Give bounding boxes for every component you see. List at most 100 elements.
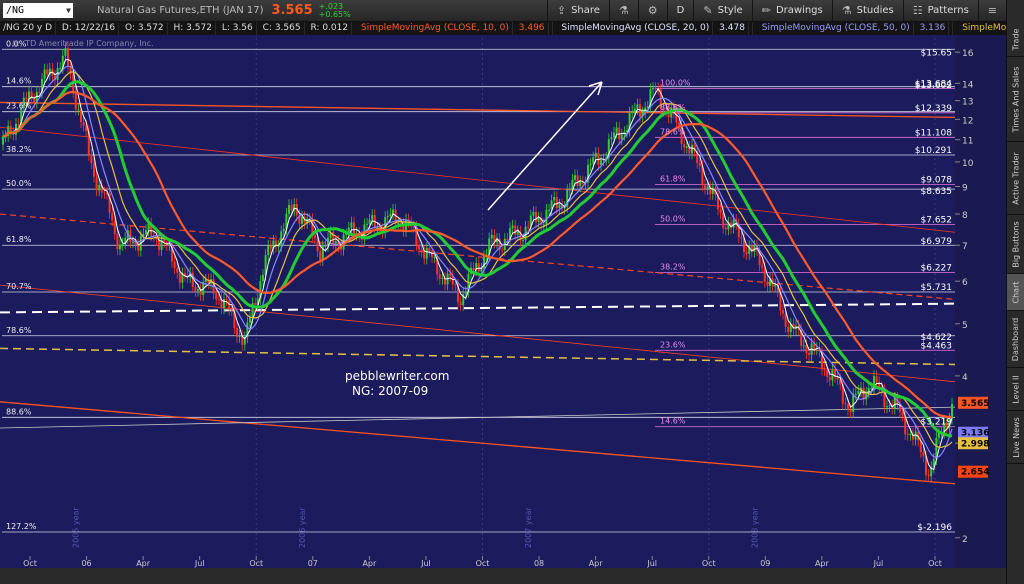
symbol-input[interactable]: /NG ▼ <box>3 3 73 18</box>
tab-times-and-sales[interactable]: Times And Sales <box>1007 57 1024 142</box>
tab-level-ii[interactable]: Level II <box>1007 368 1024 411</box>
fib-retrace-label: 88.6% <box>660 103 686 112</box>
candle-body <box>691 144 693 154</box>
tab-dashboard[interactable]: Dashboard <box>1007 311 1024 368</box>
candle-body <box>678 122 680 126</box>
candle-body <box>371 215 374 220</box>
candle-body <box>532 212 535 216</box>
price-level-label: $5.731 <box>921 283 953 293</box>
studies-button[interactable]: ⚗ Studies <box>831 0 903 21</box>
candle-body <box>480 268 483 272</box>
x-tick-label: Apr <box>136 559 151 568</box>
candle-body <box>280 231 283 246</box>
candle-body <box>870 387 873 389</box>
y-tick-label: 12 <box>962 116 973 126</box>
sma100-label: SimpleMovingAvg (CLOSE, 100, 0) <box>959 22 1006 35</box>
annotation-line-1: pebblewriter.com <box>345 369 449 383</box>
fib-retrace-label: 23.6% <box>660 340 686 349</box>
sma20-study[interactable]: SimpleMovingAvg (CLOSE, 20, 0) 3.478 <box>555 22 753 35</box>
candle-body <box>782 310 784 314</box>
patterns-button[interactable]: ☷ Patterns <box>902 0 978 21</box>
candle-body <box>433 257 436 259</box>
candle-body <box>392 209 394 214</box>
tab-big-buttons[interactable]: Big Buttons <box>1007 215 1024 274</box>
x-tick-label: Jul <box>873 559 884 568</box>
candle-body <box>576 175 579 187</box>
candle-body <box>74 92 77 110</box>
candle-body <box>516 231 519 235</box>
chevron-down-icon[interactable]: ▼ <box>66 3 71 18</box>
symbol-text: /NG <box>6 5 25 16</box>
candle-body <box>706 186 709 189</box>
candle-body <box>472 267 475 271</box>
candle-body <box>350 222 353 228</box>
tab-active-trader[interactable]: Active Trader <box>1007 142 1024 215</box>
candle-body <box>215 293 218 300</box>
candle-body <box>615 127 618 133</box>
bottom-bar <box>0 568 1006 584</box>
share-button[interactable]: ⇪ Share <box>546 0 609 21</box>
chart-info[interactable]: /NG 20 y D <box>0 22 57 35</box>
style-button[interactable]: ✎ Style <box>693 0 751 21</box>
candle-body <box>366 223 368 225</box>
tab-live-news[interactable]: Live News <box>1007 411 1024 464</box>
candle-body <box>537 217 540 222</box>
candle-body <box>116 233 119 250</box>
candle-body <box>477 263 480 272</box>
price-level-label: $8.635 <box>921 187 953 197</box>
candle-body <box>823 369 826 371</box>
candle-body <box>389 213 392 216</box>
candle-body <box>59 67 62 69</box>
candle-body <box>269 245 272 249</box>
candle-body <box>25 97 28 100</box>
fib-level-label: 88.6% <box>6 407 32 416</box>
sma10-value: 3.496 <box>516 22 549 35</box>
timeframe-button[interactable]: D <box>666 0 694 21</box>
sma100-study[interactable]: SimpleMovingAvg (CLOSE, 100, 0) <box>956 22 1006 35</box>
x-tick-label: Apr <box>589 559 604 568</box>
price-level-label: $13.602 <box>915 81 952 91</box>
candle-body <box>454 284 457 286</box>
tab-trade[interactable]: Trade <box>1007 22 1024 57</box>
price-chart[interactable]: 16141312111098765432Oct06AprJulOct07AprJ… <box>0 35 1006 568</box>
share-icon: ⇪ <box>556 4 567 17</box>
candle-body <box>589 163 592 165</box>
candle-body <box>506 238 509 241</box>
candle-body <box>46 69 49 75</box>
candle-body <box>230 309 233 311</box>
y-tick-label: 11 <box>962 137 973 147</box>
sma10-study[interactable]: SimpleMovingAvg (CLOSE, 10, 0) 3.496 <box>355 22 553 35</box>
candle-body <box>805 345 808 354</box>
settings-button[interactable]: ⚙ <box>637 0 667 21</box>
candle-body <box>571 179 574 189</box>
menu-button[interactable]: ≡ <box>977 0 1006 21</box>
flask-button[interactable]: ⚗ <box>608 0 638 21</box>
candle-body <box>238 335 241 337</box>
candle-body <box>67 48 69 67</box>
x-tick-label: Oct <box>476 559 490 568</box>
candle-body <box>33 98 36 103</box>
fib-retrace-label: 50.0% <box>660 214 686 223</box>
candle-body <box>324 246 327 248</box>
candle-body <box>145 230 147 234</box>
drawings-label: Drawings <box>775 5 823 16</box>
year-label: 2007 year <box>524 507 533 548</box>
fib-level-label: 78.6% <box>6 326 32 335</box>
sma20-label: SimpleMovingAvg (CLOSE, 20, 0) <box>558 22 714 35</box>
candle-body <box>909 433 912 435</box>
tab-chart[interactable]: Chart <box>1007 274 1024 311</box>
price-level-label: $3.219 <box>921 418 953 428</box>
x-tick-label: Oct <box>249 559 263 568</box>
sma50-value: 3.136 <box>917 22 950 35</box>
year-label: 2006 year <box>298 507 307 548</box>
y-tick-label: 13 <box>962 98 973 108</box>
drawings-button[interactable]: ✏ Drawings <box>751 0 832 21</box>
candle-body <box>353 222 355 235</box>
candle-body <box>490 234 493 239</box>
candle-body <box>901 411 904 416</box>
candle-body <box>428 247 431 251</box>
patterns-icon: ☷ <box>912 4 923 17</box>
candle-body <box>111 212 114 221</box>
sma50-study[interactable]: SimpleMovingAvg (CLOSE, 50, 0) 3.136 <box>756 22 954 35</box>
candle-body <box>95 176 98 191</box>
